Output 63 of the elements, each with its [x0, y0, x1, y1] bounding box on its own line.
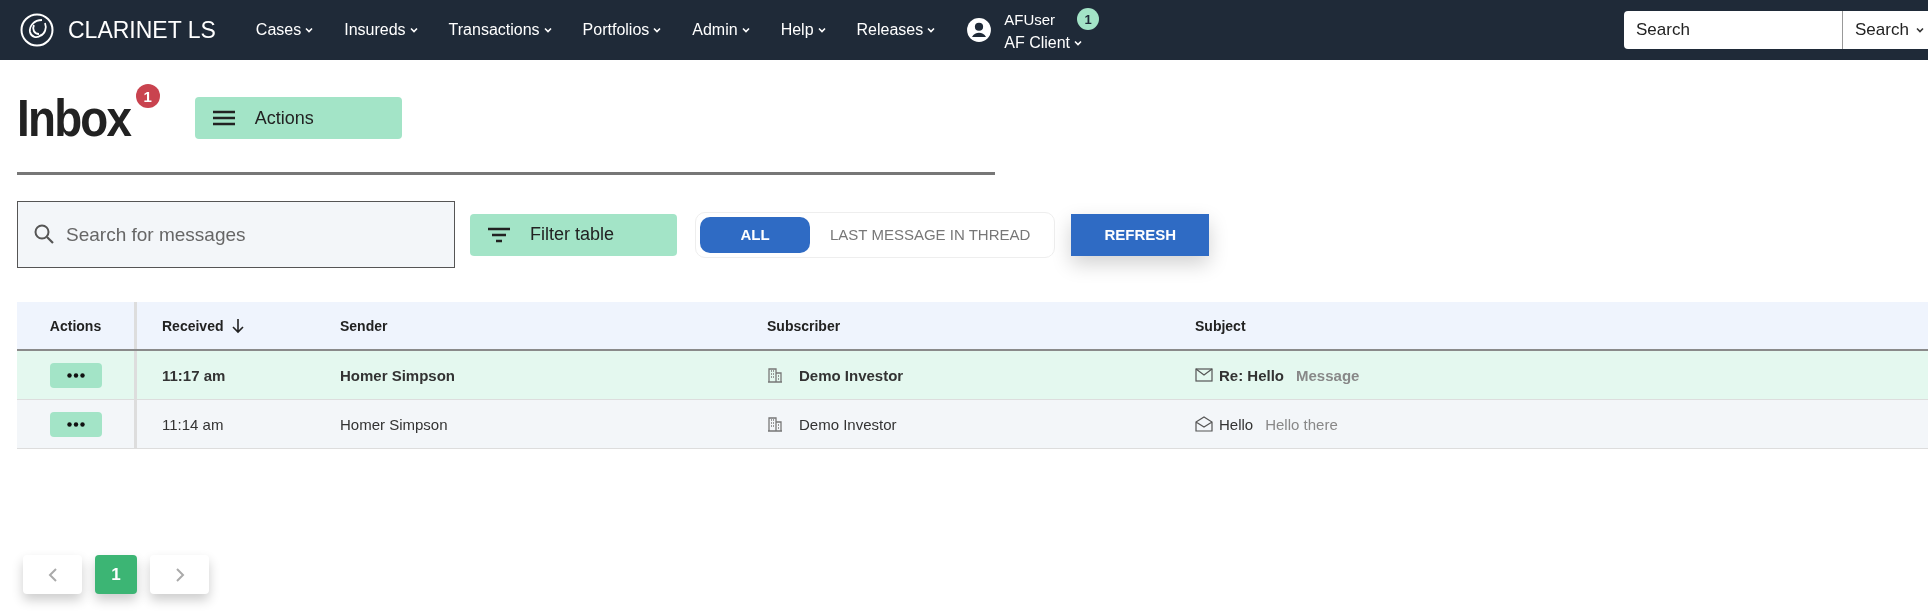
unread-count-badge: 1	[135, 84, 160, 108]
notification-badge: 1	[1077, 8, 1100, 30]
nav-menu[interactable]: Insureds	[344, 21, 419, 39]
user-avatar-icon[interactable]	[966, 17, 993, 43]
logo-icon	[20, 13, 54, 47]
building-icon	[767, 367, 783, 383]
row-actions-button[interactable]	[49, 411, 102, 437]
user-name: AFUser	[1004, 10, 1056, 28]
chevron-down-icon	[926, 25, 937, 35]
refresh-button[interactable]: REFRESH	[1071, 213, 1210, 256]
chevron-down-icon	[1073, 38, 1084, 48]
message-preview: Hello there	[1265, 415, 1338, 433]
open-envelope-icon	[1195, 416, 1213, 432]
chevron-down-icon	[304, 25, 315, 35]
subscriber-name: Demo Investor	[799, 415, 897, 433]
envelope-icon	[1195, 368, 1213, 382]
chevron-down-icon	[740, 25, 751, 35]
filter-table-button[interactable]: Filter table	[470, 213, 677, 256]
column-header: Subject	[1195, 317, 1246, 334]
message-row[interactable]: 11:14 am Homer Simpson Demo Investor Hello Hello there	[17, 400, 1928, 449]
view-toggle-option[interactable]: LAST MESSAGE IN THREAD	[810, 216, 1051, 253]
subscriber-name: Demo Investor	[799, 366, 904, 384]
filter-icon	[488, 226, 510, 243]
view-toggle-option[interactable]: ALL	[700, 216, 810, 253]
nav-menu[interactable]: Cases	[255, 21, 315, 39]
column-header: Sender	[340, 317, 388, 334]
nav-menu[interactable]: Transactions	[448, 21, 553, 39]
menu-icon	[212, 110, 235, 126]
more-icon	[66, 372, 85, 378]
nav-menu[interactable]: Admin	[692, 21, 751, 39]
page-title: Inbox	[17, 88, 131, 148]
sender-name: Homer Simpson	[340, 415, 448, 433]
nav-menu[interactable]: Portfolios	[582, 21, 663, 39]
search-icon	[33, 223, 55, 245]
column-header[interactable]: Received	[162, 317, 224, 334]
subject-text: Hello	[1219, 415, 1254, 433]
column-header: Actions	[49, 317, 102, 334]
chevron-down-icon	[542, 25, 553, 35]
column-header: Subscriber	[767, 317, 841, 334]
more-icon	[66, 421, 85, 427]
sender-name: Homer Simpson	[340, 366, 456, 384]
chevron-left-icon	[47, 566, 58, 583]
row-actions-button[interactable]	[49, 362, 102, 388]
search-field[interactable]: Search	[1624, 11, 1842, 49]
chevron-down-icon	[816, 25, 827, 35]
building-icon	[767, 416, 783, 432]
message-row[interactable]: 11:17 am Homer Simpson Demo Investor Re: Hello Message	[17, 351, 1928, 400]
brand-name: CLARINET LS	[68, 16, 216, 44]
search-scope-dropdown[interactable]: Search	[1842, 11, 1928, 49]
nav-menu[interactable]: Releases	[856, 21, 937, 39]
client-menu[interactable]: AF Client	[1004, 34, 1100, 52]
chevron-down-icon	[1914, 25, 1925, 35]
message-search-field[interactable]: Search for messages	[17, 201, 455, 268]
message-preview: Message	[1296, 366, 1360, 384]
sort-arrow-down-icon[interactable]	[231, 317, 246, 334]
nav-menu[interactable]: Help	[780, 21, 827, 39]
subject-text: Re: Hello	[1219, 366, 1284, 384]
chevron-down-icon	[652, 25, 663, 35]
chevron-right-icon	[174, 566, 185, 583]
received-time: 11:17 am	[162, 366, 226, 384]
actions-button[interactable]: Actions	[194, 97, 402, 139]
received-time: 11:14 am	[162, 415, 224, 433]
chevron-down-icon	[408, 25, 419, 35]
